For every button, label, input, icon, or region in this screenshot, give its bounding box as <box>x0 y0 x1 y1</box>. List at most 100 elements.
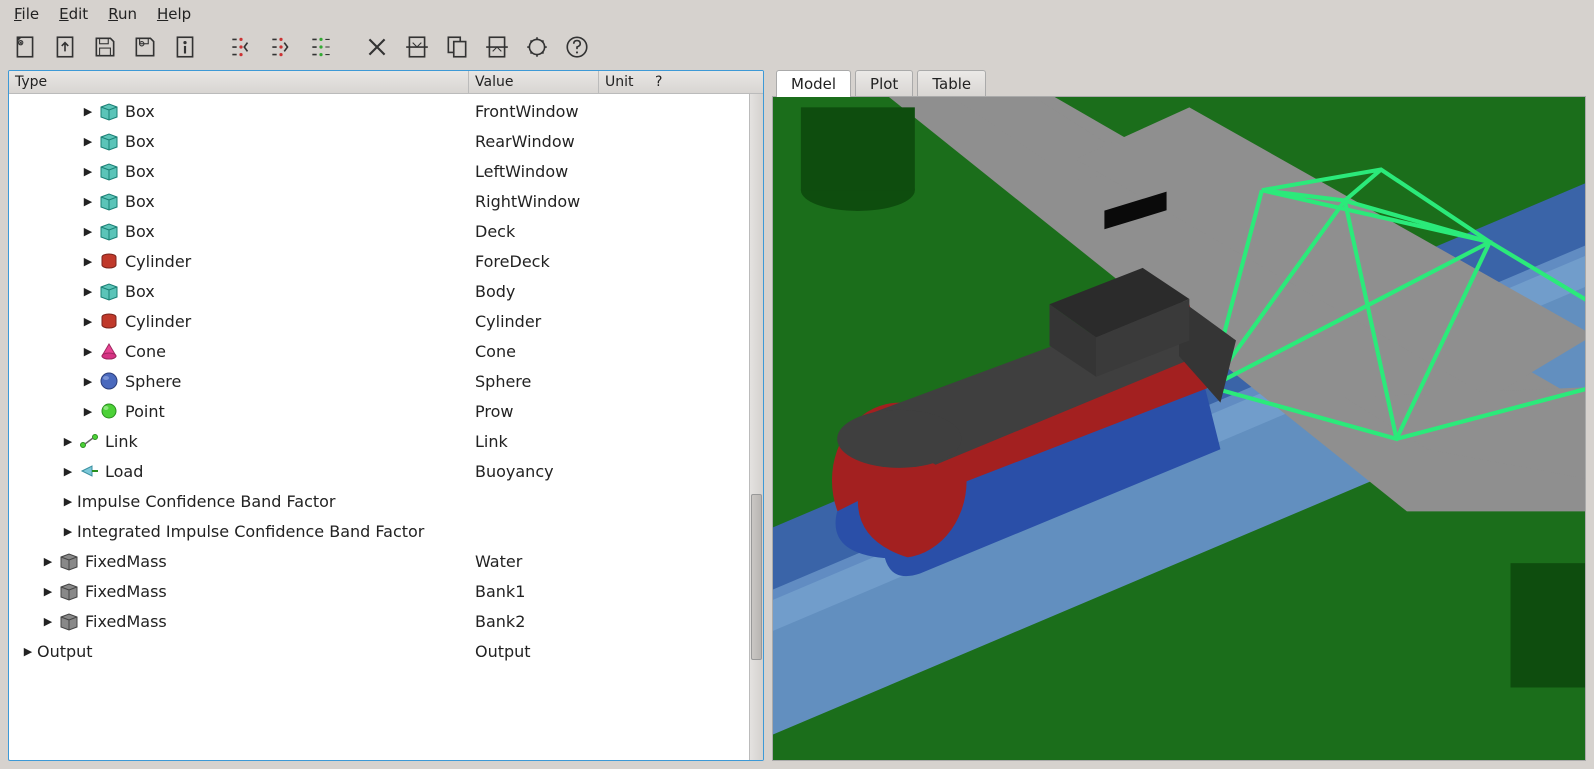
tabs: Model Plot Table <box>772 70 1586 97</box>
tree-row[interactable]: ▶ BoxLeftWindow <box>9 156 749 186</box>
menu-file[interactable]: File <box>6 3 47 25</box>
save-as-icon[interactable] <box>130 32 160 62</box>
column-value[interactable]: Value <box>469 71 599 93</box>
tree-row[interactable]: ▶ BoxFrontWindow <box>9 96 749 126</box>
cylinder-icon <box>97 309 121 333</box>
tree-type-label: Sphere <box>125 372 475 391</box>
tab-model[interactable]: Model <box>776 70 851 97</box>
tree-row[interactable]: ▶FixedMassWater <box>9 546 749 576</box>
column-unit[interactable]: Unit <box>599 71 649 93</box>
expander-icon[interactable]: ▶ <box>41 554 55 568</box>
tab-table[interactable]: Table <box>917 70 986 97</box>
expander-icon[interactable]: ▶ <box>81 404 95 418</box>
delete-icon[interactable] <box>362 32 392 62</box>
expander-icon[interactable]: ▶ <box>61 464 75 478</box>
box-icon <box>97 279 121 303</box>
tree-row[interactable]: ▶BoxDeck <box>9 216 749 246</box>
expander-icon[interactable]: ▶ <box>81 284 95 298</box>
menu-help[interactable]: Help <box>149 3 199 25</box>
help-icon[interactable] <box>562 32 592 62</box>
save-icon[interactable] <box>90 32 120 62</box>
tree-row[interactable]: ▶Impulse Confidence Band Factor <box>9 486 749 516</box>
tree-row[interactable]: ▶ FixedMassBank1 <box>9 576 749 606</box>
expander-icon[interactable]: ▶ <box>81 134 95 148</box>
tree-value-label: FrontWindow <box>475 102 579 121</box>
settings-icon[interactable] <box>522 32 552 62</box>
tree-type-label: Box <box>125 162 475 181</box>
expander-icon[interactable]: ▶ <box>81 224 95 238</box>
tree-value-label: RightWindow <box>475 192 580 211</box>
tree-value-label: Bank1 <box>475 582 525 601</box>
tree-list-icon[interactable] <box>306 32 336 62</box>
collapse-tree-icon[interactable] <box>226 32 256 62</box>
tree-row[interactable]: ▶FixedMassBank2 <box>9 606 749 636</box>
tab-plot[interactable]: Plot <box>855 70 913 97</box>
tree-type-label: FixedMass <box>85 612 475 631</box>
tree-row[interactable]: ▶LoadBuoyancy <box>9 456 749 486</box>
expander-icon[interactable]: ▶ <box>41 614 55 628</box>
expander-icon[interactable]: ▶ <box>81 344 95 358</box>
column-type[interactable]: Type <box>9 71 469 93</box>
info-icon[interactable] <box>170 32 200 62</box>
tree-row[interactable]: ▶ BoxRightWindow <box>9 186 749 216</box>
tree-value-label: LeftWindow <box>475 162 568 181</box>
tree-row[interactable]: ▶BoxBody <box>9 276 749 306</box>
expander-icon[interactable]: ▶ <box>41 584 55 598</box>
tree-value-label: Buoyancy <box>475 462 554 481</box>
tree-value-label: Output <box>475 642 531 661</box>
cut-icon[interactable] <box>402 32 432 62</box>
cylinder-icon <box>97 249 121 273</box>
menu-edit[interactable]: Edit <box>51 3 96 25</box>
tree-row[interactable]: ▶CylinderCylinder <box>9 306 749 336</box>
expander-icon[interactable]: ▶ <box>61 494 75 508</box>
graybox-icon <box>57 609 81 633</box>
tree-row[interactable]: ▶PointProw <box>9 396 749 426</box>
tree-type-label: Box <box>125 102 475 121</box>
menu-run[interactable]: Run <box>100 3 145 25</box>
tree-type-label: Cylinder <box>125 252 475 271</box>
tree-type-label: Impulse Confidence Band Factor <box>77 492 475 511</box>
model-viewport[interactable] <box>772 96 1586 761</box>
expander-icon[interactable]: ▶ <box>81 314 95 328</box>
tree-value-label: Prow <box>475 402 513 421</box>
box-icon <box>97 159 121 183</box>
tree-type-label: Output <box>37 642 475 661</box>
tree-type-label: Integrated Impulse Confidence Band Facto… <box>77 522 475 541</box>
copy-icon[interactable] <box>442 32 472 62</box>
tree-type-label: Box <box>125 132 475 151</box>
tree-type-label: Box <box>125 192 475 211</box>
tree-type-label: Link <box>105 432 475 451</box>
tree-row[interactable]: ▶SphereSphere <box>9 366 749 396</box>
tree-row[interactable]: ▶ LinkLink <box>9 426 749 456</box>
expander-icon[interactable]: ▶ <box>81 164 95 178</box>
tree-row[interactable]: ▶ CylinderForeDeck <box>9 246 749 276</box>
scrollbar[interactable] <box>749 94 763 760</box>
scrollbar-thumb[interactable] <box>751 494 762 661</box>
menubar: File Edit Run Help <box>0 0 1594 28</box>
right-panel: Model Plot Table <box>772 70 1586 761</box>
tree-row[interactable]: ▶ConeCone <box>9 336 749 366</box>
expander-icon[interactable]: ▶ <box>21 644 35 658</box>
tree-body[interactable]: ▶BoxFrontWindow▶BoxRearWindow▶BoxLeftWin… <box>9 94 749 760</box>
tree-row[interactable]: ▶OutputOutput <box>9 636 749 666</box>
expander-icon[interactable]: ▶ <box>81 194 95 208</box>
open-file-icon[interactable] <box>50 32 80 62</box>
expander-icon[interactable]: ▶ <box>61 524 75 538</box>
expand-tree-icon[interactable] <box>266 32 296 62</box>
tree-value-label: ForeDeck <box>475 252 550 271</box>
tree-type-label: Cylinder <box>125 312 475 331</box>
column-help[interactable]: ? <box>649 71 763 93</box>
tree-value-label: Link <box>475 432 508 451</box>
paste-icon[interactable] <box>482 32 512 62</box>
scene-3d <box>773 97 1585 760</box>
expander-icon[interactable]: ▶ <box>81 104 95 118</box>
tree-value-label: RearWindow <box>475 132 575 151</box>
tree-type-label: FixedMass <box>85 582 475 601</box>
expander-icon[interactable]: ▶ <box>81 254 95 268</box>
box-icon <box>97 219 121 243</box>
tree-row[interactable]: ▶ BoxRearWindow <box>9 126 749 156</box>
tree-row[interactable]: ▶Integrated Impulse Confidence Band Fact… <box>9 516 749 546</box>
expander-icon[interactable]: ▶ <box>61 434 75 448</box>
new-file-icon[interactable] <box>10 32 40 62</box>
expander-icon[interactable]: ▶ <box>81 374 95 388</box>
